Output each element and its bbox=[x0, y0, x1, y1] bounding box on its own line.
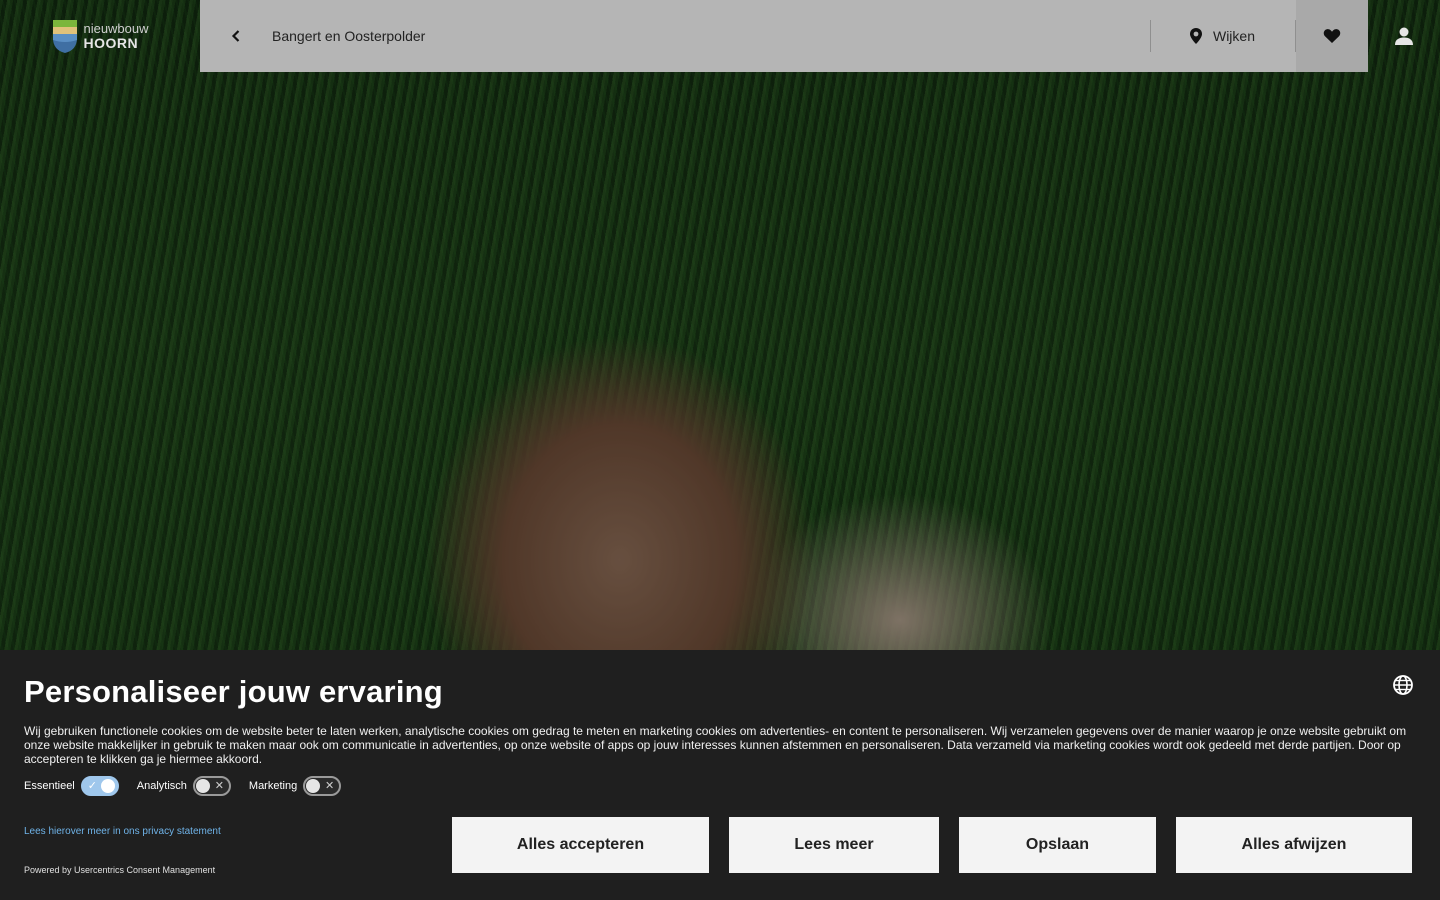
analytics-switch[interactable]: ✕ bbox=[192, 776, 231, 796]
essential-switch[interactable]: ✓ bbox=[80, 776, 119, 796]
switch-knob bbox=[306, 779, 321, 793]
cookie-title: Personaliseer jouw ervaring bbox=[24, 674, 443, 709]
language-button[interactable] bbox=[1392, 674, 1416, 698]
logo-text-top: nieuwbouw bbox=[83, 21, 149, 36]
account-button[interactable] bbox=[1368, 0, 1440, 72]
powered-by: Powered by Usercentrics Consent Manageme… bbox=[24, 865, 216, 875]
map-pin-icon bbox=[1189, 28, 1202, 44]
deny-all-button[interactable]: Alles afwijzen bbox=[1176, 817, 1412, 873]
favorites-button[interactable] bbox=[1296, 0, 1368, 72]
switch-knob bbox=[100, 779, 115, 793]
cookie-description: Wij gebruiken functionele cookies om de … bbox=[24, 724, 1407, 766]
toggle-marketing: Marketing ✕ bbox=[248, 776, 342, 796]
chevron-left-icon bbox=[231, 30, 240, 42]
toggle-label-essential: Essentieel bbox=[24, 780, 75, 792]
accept-all-button[interactable]: Alles accepteren bbox=[452, 817, 709, 873]
navbar: Bangert en Oosterpolder Wijken bbox=[200, 0, 1368, 72]
close-icon: ✕ bbox=[324, 780, 335, 792]
read-more-button[interactable]: Lees meer bbox=[729, 817, 939, 873]
site-header: nieuwbouw HOORN Bangert en Oosterpolder … bbox=[0, 0, 1440, 72]
toggle-label-marketing: Marketing bbox=[248, 780, 298, 792]
logo-shield-icon bbox=[53, 20, 78, 53]
logo-text-bottom: HOORN bbox=[83, 35, 139, 51]
globe-icon bbox=[1393, 675, 1413, 695]
user-icon bbox=[1395, 27, 1413, 45]
heart-icon bbox=[1323, 29, 1341, 43]
logo[interactable]: nieuwbouw HOORN bbox=[0, 0, 200, 72]
save-button[interactable]: Opslaan bbox=[959, 817, 1156, 873]
wijken-button[interactable]: Wijken bbox=[1151, 0, 1295, 72]
consent-toggles: Essentieel ✓ Analytisch ✕ Marketing ✕ bbox=[24, 776, 1416, 796]
toggle-essential: Essentieel ✓ bbox=[24, 776, 119, 796]
check-icon: ✓ bbox=[87, 780, 97, 792]
back-button[interactable] bbox=[200, 0, 272, 72]
privacy-statement-link[interactable]: Lees hierover meer in ons privacy statem… bbox=[24, 826, 221, 837]
marketing-switch[interactable]: ✕ bbox=[303, 776, 342, 796]
switch-knob bbox=[195, 779, 210, 793]
toggle-label-analytics: Analytisch bbox=[136, 780, 187, 792]
cookie-banner: Personaliseer jouw ervaring Wij gebruike… bbox=[0, 650, 1440, 900]
page-title: Bangert en Oosterpolder bbox=[272, 28, 426, 44]
wijken-label: Wijken bbox=[1212, 28, 1255, 44]
close-icon: ✕ bbox=[214, 780, 224, 792]
toggle-analytics: Analytisch ✕ bbox=[137, 776, 231, 796]
